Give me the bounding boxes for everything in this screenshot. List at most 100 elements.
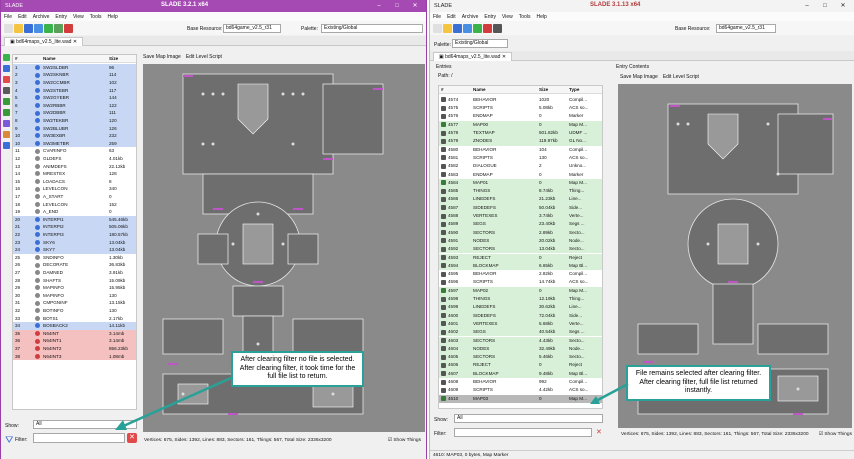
tab-wad[interactable]: ▣ bd64maps_v2.5_lite.wad ✕ [4,37,84,46]
settings-icon[interactable] [493,23,502,33]
menu-item-view[interactable]: View [502,14,513,20]
save-as-icon[interactable] [463,23,472,33]
list-item[interactable]: 17 A_START 0 [13,193,136,201]
new-icon[interactable] [4,23,13,33]
list-item[interactable]: 2 SW2SKNBR 114 [13,71,136,79]
menu-item-tools[interactable]: Tools [519,14,531,20]
palette-select[interactable]: Existing/Global [452,39,508,48]
list-item[interactable]: 8 SW2TEKBR 120 [13,117,136,125]
list-item[interactable]: 4605 SECTORS 5.46kb Secto... [439,353,602,362]
save-map-image-button[interactable]: Save Map Image [620,74,658,80]
menu-item-view[interactable]: View [73,14,84,20]
list-item[interactable]: 4583 ENDMAP 0 Marker [439,171,602,179]
list-item[interactable]: 4576 ENDMAP 0 Marker [439,112,602,120]
new-icon[interactable] [433,23,442,33]
add-icon[interactable] [44,23,53,33]
list-item[interactable]: 33 BOTS1 2.17kb [13,315,136,323]
window-maximize-icon[interactable]: □ [816,0,834,12]
list-item[interactable]: 28 SHAFTS 15.09kb [13,277,136,285]
base-resource-select[interactable]: bd64game_v2.5_r31 [716,24,776,33]
export-icon[interactable] [3,120,10,127]
open-icon[interactable] [14,23,23,33]
list-item[interactable]: 29 MAPINFO 15.95kb [13,284,136,292]
add-icon[interactable] [473,23,482,33]
list-item[interactable]: 13 ANIMDEFS 22.12kb [13,163,136,171]
window-minimize-icon[interactable]: – [370,0,388,12]
window-maximize-icon[interactable]: □ [388,0,406,12]
window-minimize-icon[interactable]: – [798,0,816,12]
list-item[interactable]: 4592 SECTORS 13.04kb Secto... [439,245,602,254]
list-item[interactable]: 16 LEVELCON 340 [13,185,136,193]
delete-icon[interactable] [64,23,73,33]
list-item[interactable]: 38 N64INT3 1.08mb [13,352,136,361]
list-item[interactable]: 4579 ZNODES 119.97kb GL No... [439,137,602,146]
save-icon[interactable] [453,23,462,33]
list-item[interactable]: 4582 DIALOGUE 2 Unkno... [439,162,602,170]
list-item[interactable]: 1 SW2SLDBR 96 [13,63,136,72]
run-icon[interactable] [54,23,63,33]
list-item[interactable]: 4594 BLOCKMAP 6.65kb Map Bl... [439,261,602,271]
list-item[interactable]: 30 MAPINFO 130 [13,292,136,300]
list-item[interactable]: 4585 THINGS 8.74kb Thing... [439,187,602,196]
save-map-image-button[interactable]: Save Map Image [143,54,181,60]
list-item[interactable]: 9 SW2BLUBR 126 [13,124,136,133]
menu-item-entry[interactable]: Entry [484,14,496,20]
import-icon[interactable] [3,65,10,72]
list-item[interactable]: 4601 VERTEXES 5.68kb Verte... [439,319,602,329]
list-item[interactable]: 4587 SIDEDEFS 50.04kb Side... [439,203,602,212]
folder-icon[interactable] [3,131,10,138]
close-icon[interactable]: ✕ [834,0,852,12]
list-item[interactable]: 24 SKY7 13.04kb [13,246,136,254]
list-item[interactable]: 7 SW2DBBR 111 [13,109,136,117]
menu-item-help[interactable]: Help [107,14,117,20]
menu-item-help[interactable]: Help [536,14,546,20]
menu-item-file[interactable]: File [433,14,441,20]
properties-icon[interactable] [3,142,10,149]
list-item[interactable]: 4599 LINEDEFS 30.62kb Line... [439,303,602,312]
list-item[interactable]: 22 INTERPI3 180.57kb [13,231,136,239]
list-item[interactable]: 4602 SEGS 40.54kb Segs ... [439,328,602,337]
entry-list[interactable]: # Name Size 1 SW2SLDBR 96 2 SW2SKNBR 114 3 SW2CCMB… [12,54,137,410]
list-item[interactable]: 20 INTERPI1 545.46kb [13,215,136,224]
list-item[interactable]: 34 BOSBACK2 14.11kb [13,322,136,330]
filter-input[interactable] [454,428,592,437]
show-things-checkbox[interactable]: ☑ Show Things [818,430,852,439]
list-item[interactable]: 19 A_END 0 [13,208,136,216]
list-item[interactable]: 4589 SEGS 23.40kb Segs ... [439,220,602,229]
list-item[interactable]: 4590 SECTORS 2.89kb Secto... [439,228,602,237]
list-item[interactable]: 4598 THINGS 12.19kb Thing... [439,295,602,304]
list-item[interactable]: 12 GLDEFS 4.01kb [13,155,136,163]
tab-wad[interactable]: ▣ bd64maps_v2.5_lite.wad ✕ [433,52,513,61]
palette-select[interactable]: Existing/Global [321,24,423,33]
list-item[interactable]: 32 BOTINFO 130 [13,307,136,315]
list-item[interactable]: 4574 BEHAVIOR 1020 Compil... [439,96,602,104]
list-item[interactable]: 10 SW3METBR 259 [13,139,136,148]
list-item[interactable]: 25 SNDINFO 1.30kb [13,254,136,262]
list-item[interactable]: 4600 SIDEDEFS 72.04kb Side... [439,311,602,320]
list-item[interactable]: 4597 MAP02 0 Map M... [439,286,602,295]
clear-icon[interactable]: ✕ [596,428,602,436]
move-down-icon[interactable] [3,109,10,116]
list-item[interactable]: 4608 BEHAVIOR 992 Compil... [439,378,602,386]
list-item[interactable]: 4 SW2STEBR 117 [13,86,136,95]
list-item[interactable]: 27 DAMNED 3.91kb [13,269,136,277]
list-item[interactable]: 35 N64INT 3.14mb [13,329,136,338]
list-item[interactable]: 4604 NODES 32.49kb Node... [439,344,602,354]
list-item[interactable]: 31 CMPGNINF 13.15kb [13,299,136,307]
menu-item-edit[interactable]: Edit [447,14,456,20]
open-icon[interactable] [443,23,452,33]
new-entry-icon[interactable] [3,54,10,61]
list-item[interactable]: 4577 MAP00 0 Map M... [439,120,602,129]
menu-item-file[interactable]: File [4,14,12,20]
list-item[interactable]: 4580 BEHAVIOR 104 Compil... [439,146,602,154]
menu-item-edit[interactable]: Edit [18,14,27,20]
list-item[interactable]: 4581 SCRIPTS 130 ACS so... [439,154,602,162]
list-item[interactable]: 4610 MAP03 0 Map M... [439,394,602,403]
list-item[interactable]: 4578 TEXTMAP 501.82kb UDMF ... [439,129,602,138]
list-item[interactable]: 4584 MAP01 0 Map M... [439,178,602,188]
edit-level-script-button[interactable]: Edit Level Script [186,54,222,60]
list-item[interactable]: 11 CVARINFO 63 [13,147,136,155]
list-item[interactable]: 14 MRESTEX 128 [13,170,136,178]
entry-list[interactable]: # Name Size Type 4574 BEHAVIOR 1020 Compil... 45… [438,85,603,409]
save-as-icon[interactable] [34,23,43,33]
